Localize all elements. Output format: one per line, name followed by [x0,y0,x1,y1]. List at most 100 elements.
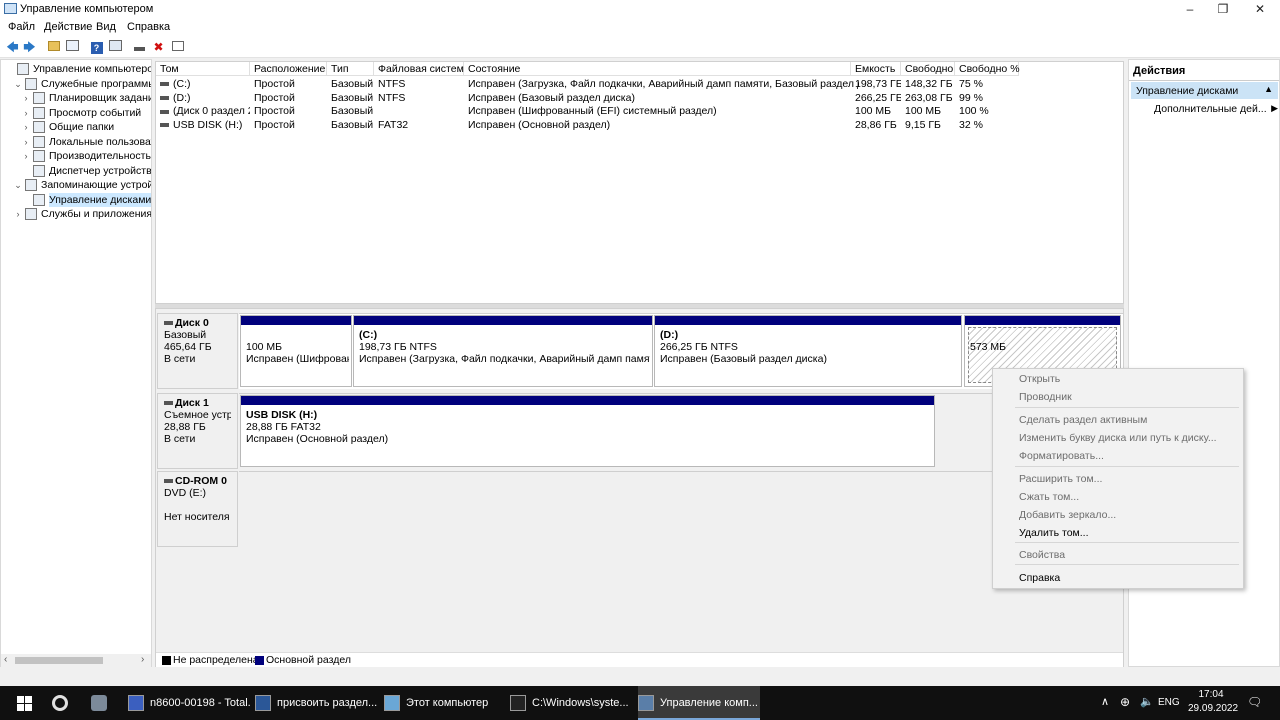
column-header[interactable]: Файловая система [374,62,470,76]
volume-cell: Базовый [331,78,374,90]
volume-cell: Простой [254,91,295,104]
column-header[interactable]: Тип [327,62,374,76]
disk-icon [164,321,173,326]
minimize-button[interactable]: – [1172,0,1208,20]
scroll-right-arrow-icon[interactable]: › [141,654,144,665]
maximize-button[interactable]: ❐ [1205,0,1241,20]
taskbar-app-button[interactable]: n8600-00198 - Total... [128,686,250,720]
cmd-icon [510,695,526,712]
tree-item-9[interactable]: Управление дисками [1,192,151,207]
volume-cell: 28,86 ГБ [855,119,897,132]
expander-chevron-icon[interactable]: › [13,207,23,221]
menu-action[interactable]: Действие [44,21,92,33]
tree-item-7[interactable]: Диспетчер устройств [1,164,151,178]
collapse-up-icon[interactable]: ▲ [1264,84,1273,94]
chrome-taskbar-button[interactable] [50,686,70,720]
volume-row[interactable]: (C:) Простой Базовый NTFS Исправен (Загрузка… [156,77,1123,91]
disk-label[interactable]: Диск 1Съемное устро28,88 ГБВ сети [157,393,238,469]
column-header[interactable]: Свободно % [955,62,1020,76]
menu-help[interactable]: Справка [127,21,170,33]
column-header[interactable]: Том [156,62,250,76]
input-language[interactable]: ENG [1158,697,1180,708]
taskbar-app-button[interactable]: Этот компьютер [384,686,506,720]
expander-chevron-icon[interactable]: › [21,91,31,105]
expander-chevron-icon[interactable]: ⌄ [13,178,23,192]
help-icon[interactable]: ? [88,39,105,55]
delete-icon[interactable]: ✖ [150,39,167,55]
volume-icon[interactable]: 🔈 [1140,695,1154,708]
start-button[interactable] [12,686,36,720]
volume-cell: NTFS [378,91,406,104]
close-button[interactable]: ✕ [1242,0,1278,20]
context-menu-item[interactable]: Справка [1019,572,1060,584]
expander-chevron-icon[interactable]: › [21,149,31,163]
partition-status: Исправен (Загрузка, Файл подкачки, Авари… [359,353,650,365]
folder-up-icon[interactable] [45,39,62,55]
forward-icon[interactable]: 🡆 [21,39,38,55]
context-menu-item: Добавить зеркало... [1019,509,1117,521]
partition[interactable]: USB DISK (H:) 28,88 ГБ FAT32 Исправен (Осн… [240,395,935,467]
computer-management-icon [17,63,29,75]
actions-section-disk-management[interactable]: Управление дисками ▲ [1131,82,1278,99]
menu-bar: Файл Действие Вид Справка [0,19,1280,37]
menu-view[interactable]: Вид [96,21,116,33]
app-taskbar-button[interactable] [88,686,110,720]
taskbar-app-button[interactable]: Управление комп... [638,686,760,720]
tree-item-4[interactable]: › Общие папки [1,120,151,134]
scroll-left-arrow-icon[interactable]: ‹ [4,654,7,665]
column-header[interactable]: Расположение [250,62,327,76]
volume-row[interactable]: (D:) Простой Базовый NTFS Исправен (Базовый … [156,91,1123,105]
volume-cell: Исправен (Шифрованный (EFI) системный ра… [468,105,717,118]
tree-item-8[interactable]: ⌄ Запоминающие устройст [1,178,151,192]
expander-chevron-icon[interactable]: › [21,106,31,120]
menu-file[interactable]: Файл [8,21,35,33]
volume-row[interactable]: (Диск 0 раздел 2) Простой Базовый Исправен … [156,104,1123,118]
taskbar-app-label: присвоить раздел... [277,697,377,709]
partition-title: (C:) [359,329,378,341]
partition[interactable]: (D:) 266,25 ГБ NTFS Исправен (Базовый разд… [654,315,962,387]
console-icon[interactable] [169,39,186,55]
tree-item-3[interactable]: › Просмотр событий [1,106,151,120]
volume-cell: FAT32 [378,119,409,132]
tree-item-10[interactable]: › Службы и приложения [1,207,151,221]
tree-item-label: Управление компьютером (л [33,63,151,75]
tree-item-0[interactable]: Управление компьютером (л [1,62,151,76]
tree-item-1[interactable]: ⌄ Служебные программы [1,77,151,91]
expander-chevron-icon[interactable]: › [21,135,31,149]
tree-item-2[interactable]: › Планировщик заданий [1,91,151,105]
tree-item-6[interactable]: › Производительность [1,149,151,163]
disk-label[interactable]: Диск 0 Базовый 465,64 ГБ В сети [157,313,238,389]
connect-icon[interactable] [131,39,148,55]
partition[interactable]: 100 МБ Исправен (Шифрован [240,315,352,387]
volume-cell: Простой [254,78,295,90]
partition[interactable]: (C:) 198,73 ГБ NTFS Исправен (Загрузка, Фа… [353,315,653,387]
context-menu-item[interactable]: Удалить том... [1019,527,1089,539]
disk-size [164,499,231,511]
disk-label[interactable]: CD-ROM 0 DVD (E:) Нет носителя [157,471,238,547]
volume-name: (D:) [173,91,191,104]
actions-more[interactable]: Дополнительные дей... ▶ [1154,103,1278,115]
notifications-icon[interactable]: 🗨 [1247,695,1262,709]
show-hide-tree-icon[interactable] [64,39,81,55]
column-header[interactable]: Свободно [901,62,955,76]
network-icon[interactable]: ⊕ [1120,695,1130,709]
column-header[interactable]: Емкость [851,62,901,76]
scrollbar-thumb[interactable] [15,657,103,664]
volume-cell [374,104,464,118]
taskbar-app-button[interactable]: C:\Windows\syste... [510,686,632,720]
expander-chevron-icon[interactable]: ⌄ [13,77,23,91]
tree-horizontal-scrollbar[interactable]: ‹ › [1,654,151,667]
column-header[interactable]: Состояние [464,62,851,76]
clock[interactable]: 17:04 29.09.2022 [1188,689,1238,714]
tray-overflow-icon[interactable]: ∧ [1101,695,1109,708]
volume-row[interactable]: USB DISK (H:) Простой Базовый FAT32 Исправен… [156,118,1123,132]
shared-folder-icon [33,121,45,133]
performance-icon [33,150,45,162]
taskbar-app-button[interactable]: присвоить раздел... [255,686,377,720]
volume-cell: 100 % [959,105,989,118]
expander-chevron-icon[interactable]: › [21,120,31,134]
properties-icon[interactable] [107,39,124,55]
back-icon[interactable]: 🡄 [4,39,21,55]
tree-item-5[interactable]: › Локальные пользовате [1,135,151,149]
windows-logo-icon [16,695,32,711]
